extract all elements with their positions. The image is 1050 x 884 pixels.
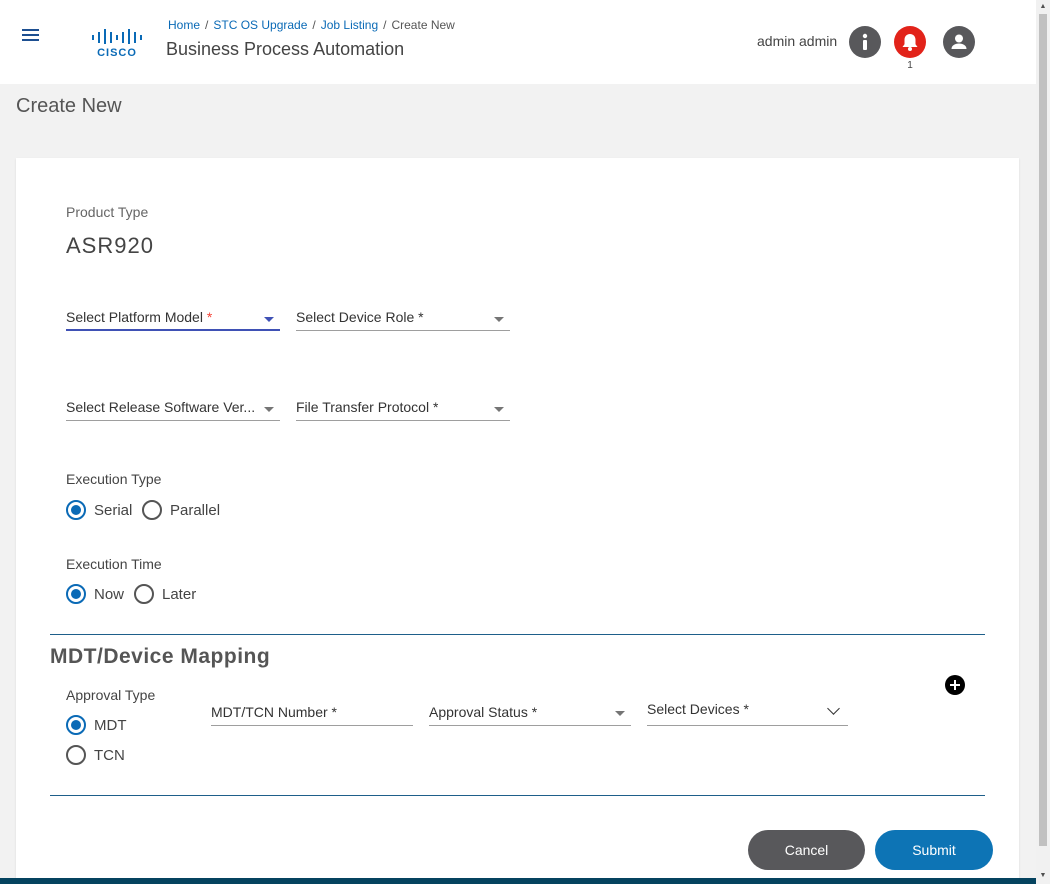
radio-unchecked-icon — [142, 500, 162, 520]
approval-status-label: Approval Status * — [429, 704, 538, 720]
radio-checked-icon — [66, 584, 86, 604]
release-software-label: Select Release Software Ver... — [66, 399, 256, 415]
bell-icon[interactable] — [894, 26, 926, 58]
breadcrumb-job-listing[interactable]: Job Listing — [321, 18, 378, 32]
select-devices-label: Select Devices * — [647, 701, 749, 717]
svg-text:CISCO: CISCO — [97, 47, 137, 58]
dropdown-caret-icon — [494, 407, 504, 412]
device-role-select[interactable]: Select Device Role * — [296, 305, 510, 331]
platform-model-select[interactable]: Select Platform Model * — [66, 305, 280, 331]
menu-icon[interactable] — [22, 29, 44, 45]
scrollbar[interactable]: ▲ ▼ — [1036, 0, 1050, 884]
execution-type-label: Execution Type — [66, 471, 162, 487]
required-marker: * — [206, 309, 213, 325]
cancel-button[interactable]: Cancel — [748, 830, 865, 870]
file-transfer-protocol-select[interactable]: File Transfer Protocol * — [296, 395, 510, 421]
file-transfer-protocol-label: File Transfer Protocol * — [296, 399, 439, 415]
device-role-label: Select Device Role * — [296, 309, 424, 325]
select-devices-select[interactable]: Select Devices * — [647, 696, 848, 726]
approval-type-label: Approval Type — [66, 687, 156, 703]
mdt-tcn-number-label: MDT/TCN Number * — [211, 704, 338, 720]
section-divider — [50, 634, 985, 635]
scroll-thumb[interactable] — [1039, 14, 1047, 846]
create-form-card: Product Type ASR920 Select Platform Mode… — [16, 158, 1019, 884]
execution-time-now-radio[interactable]: Now — [66, 584, 124, 604]
app-header: CISCO Home / STC OS Upgrade / Job Listing / Cr… — [0, 0, 1036, 84]
user-name[interactable]: admin admin — [757, 33, 837, 49]
add-mapping-icon[interactable] — [945, 675, 965, 695]
radio-unchecked-icon — [134, 584, 154, 604]
product-type-value: ASR920 — [66, 233, 154, 258]
breadcrumb-stc-os-upgrade[interactable]: STC OS Upgrade — [213, 18, 307, 32]
approval-type-tcn-radio[interactable]: TCN — [66, 745, 125, 765]
breadcrumb-home[interactable]: Home — [168, 18, 200, 32]
info-icon[interactable] — [849, 26, 881, 58]
dropdown-caret-icon — [494, 317, 504, 322]
radio-checked-icon — [66, 500, 86, 520]
notification-count: 1 — [907, 60, 913, 71]
approval-type-mdt-radio[interactable]: MDT — [66, 715, 127, 735]
account-icon[interactable] — [943, 26, 975, 58]
approval-status-select[interactable]: Approval Status * — [429, 698, 631, 726]
breadcrumb: Home / STC OS Upgrade / Job Listing / Create N… — [168, 18, 455, 32]
footer-bar — [0, 878, 1036, 884]
execution-type-parallel-radio[interactable]: Parallel — [142, 500, 220, 520]
page-title: Create New — [16, 95, 122, 117]
section-divider — [50, 795, 985, 796]
mdt-tcn-number-input[interactable]: MDT/TCN Number * — [211, 698, 413, 726]
breadcrumb-current: Create New — [391, 18, 455, 32]
dropdown-caret-icon — [615, 711, 625, 716]
cisco-logo[interactable]: CISCO — [90, 26, 148, 59]
radio-unchecked-icon — [66, 745, 86, 765]
scroll-down-arrow-icon[interactable]: ▼ — [1039, 872, 1047, 880]
execution-time-label: Execution Time — [66, 556, 162, 572]
dropdown-caret-icon — [264, 407, 274, 412]
execution-time-later-radio[interactable]: Later — [134, 584, 196, 604]
execution-type-serial-radio[interactable]: Serial — [66, 500, 132, 520]
product-type-label: Product Type — [66, 204, 149, 220]
radio-checked-icon — [66, 715, 86, 735]
release-software-select[interactable]: Select Release Software Ver... — [66, 395, 280, 421]
app-title: Business Process Automation — [166, 39, 405, 59]
submit-button[interactable]: Submit — [875, 830, 993, 870]
platform-model-label: Select Platform Model — [66, 309, 203, 325]
dropdown-caret-icon — [264, 317, 274, 322]
scroll-up-arrow-icon[interactable]: ▲ — [1039, 3, 1047, 11]
mdt-device-mapping-title: MDT/Device Mapping — [50, 645, 271, 668]
chevron-down-icon — [827, 702, 840, 715]
